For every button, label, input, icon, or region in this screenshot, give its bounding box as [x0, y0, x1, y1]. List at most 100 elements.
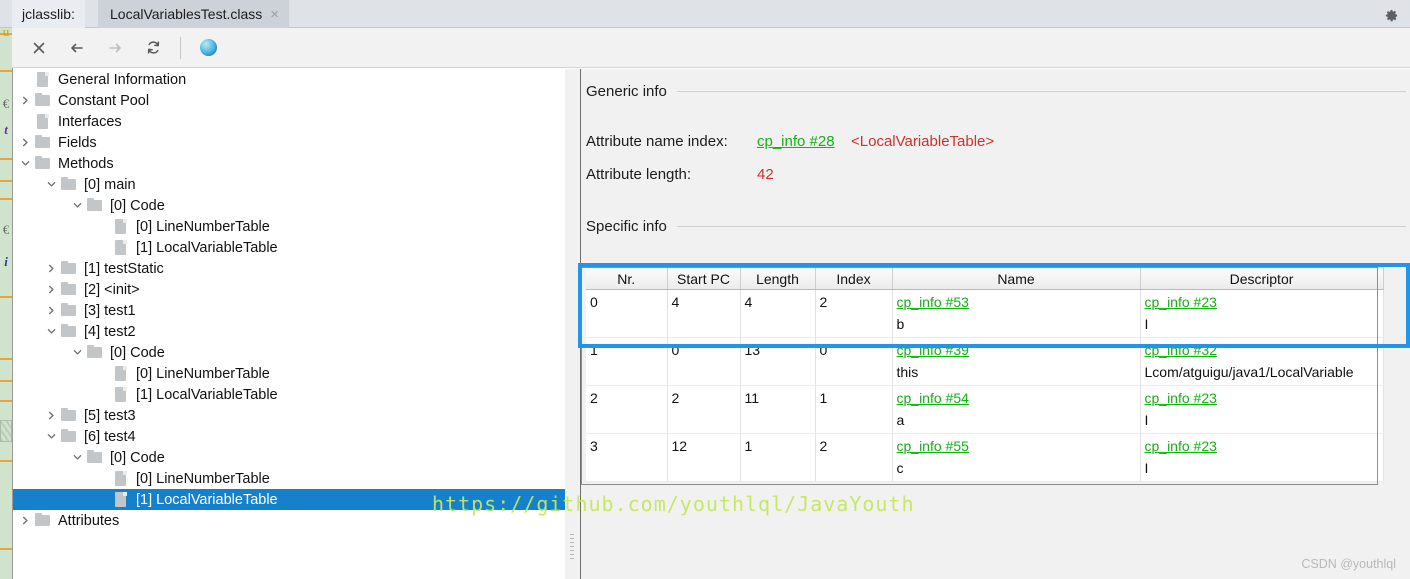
folder-icon	[60, 303, 78, 318]
tree-item-label: [0] LineNumberTable	[136, 470, 270, 487]
tree-item-6-test4[interactable]: [6] test4	[13, 426, 565, 447]
cell-descriptor: cp_info #23 I	[1140, 289, 1384, 338]
cp-info-link[interactable]: cp_info #23	[1145, 435, 1379, 457]
tree-item-0-code[interactable]: [0] Code	[13, 342, 565, 363]
tree-item-0-main[interactable]: [0] main	[13, 174, 565, 195]
tree-item-label: Constant Pool	[58, 92, 150, 109]
table-row[interactable]: 1 0 13 0 cp_info #39 this cp_info #32 Lcom/atgu…	[586, 337, 1384, 386]
tree-item-2-init[interactable]: [2] <init>	[13, 279, 565, 300]
splitter-grip-icon	[570, 534, 575, 559]
tree-item-constant-pool[interactable]: Constant Pool	[13, 90, 565, 111]
tree-item-label: [4] test2	[84, 323, 136, 340]
tree-item-0-code[interactable]: [0] Code	[13, 447, 565, 468]
close-icon[interactable]: ×	[270, 7, 279, 22]
specific-info-heading: Specific info	[586, 218, 667, 235]
section-rule	[676, 91, 1406, 92]
cp-info-link[interactable]: cp_info #23	[1145, 291, 1379, 313]
table-row[interactable]: 0 4 4 2 cp_info #53 b cp_info #23 I	[586, 289, 1384, 338]
file-icon	[112, 219, 130, 234]
tree-item-0-linenumbertable[interactable]: [0] LineNumberTable	[13, 216, 565, 237]
chevron-down-icon[interactable]	[43, 179, 60, 190]
tree-item-label: [2] <init>	[84, 281, 140, 298]
tree-item-label: [0] Code	[110, 197, 165, 214]
tree-item-1-localvariabletable[interactable]: [1] LocalVariableTable	[13, 237, 565, 258]
cell-nr: 1	[586, 337, 668, 386]
cell-name: cp_info #54 a	[892, 385, 1141, 434]
chevron-down-icon[interactable]	[69, 452, 86, 463]
chevron-right-icon[interactable]	[43, 410, 60, 421]
tree-item-0-code[interactable]: [0] Code	[13, 195, 565, 216]
tree-item-0-linenumbertable[interactable]: [0] LineNumberTable	[13, 363, 565, 384]
cp-info-link[interactable]: cp_info #54	[897, 387, 1136, 409]
chevron-down-icon[interactable]	[17, 158, 34, 169]
gear-icon[interactable]	[1380, 4, 1402, 26]
chevron-right-icon[interactable]	[17, 515, 34, 526]
tree-item-3-test1[interactable]: [3] test1	[13, 300, 565, 321]
folder-icon	[60, 408, 78, 423]
attribute-name-index-cp-link[interactable]: cp_info #28	[757, 133, 835, 150]
chevron-down-icon[interactable]	[43, 431, 60, 442]
table-column-header[interactable]: Descriptor	[1140, 267, 1384, 290]
table-column-header[interactable]: Name	[892, 267, 1141, 290]
chevron-right-icon[interactable]	[43, 284, 60, 295]
table-row[interactable]: 3 12 1 2 cp_info #55 c cp_info #23 I	[586, 433, 1384, 482]
cp-info-link[interactable]: cp_info #32	[1145, 339, 1379, 361]
cp-info-link[interactable]: cp_info #23	[1145, 387, 1379, 409]
folder-icon	[60, 324, 78, 339]
forward-arrow-icon[interactable]	[98, 32, 132, 64]
tree-item-label: [0] Code	[110, 344, 165, 361]
folder-icon	[60, 177, 78, 192]
tree-item-interfaces[interactable]: Interfaces	[13, 111, 565, 132]
cell-index: 1	[815, 385, 893, 434]
tree-item-methods[interactable]: Methods	[13, 153, 565, 174]
tree-item-1-teststatic[interactable]: [1] testStatic	[13, 258, 565, 279]
cell-resolved-value: c	[896, 460, 904, 476]
chevron-right-icon[interactable]	[43, 263, 60, 274]
tree-item-1-localvariabletable[interactable]: [1] LocalVariableTable	[13, 384, 565, 405]
tree-item-5-test3[interactable]: [5] test3	[13, 405, 565, 426]
cell-length: 1	[740, 433, 816, 482]
chevron-right-icon[interactable]	[17, 95, 34, 106]
tree-item-label: [1] testStatic	[84, 260, 164, 277]
tree-item-1-localvariabletable[interactable]: [1] LocalVariableTable	[13, 489, 565, 510]
panel-splitter[interactable]	[565, 69, 580, 579]
file-icon	[112, 492, 130, 507]
reload-icon[interactable]	[136, 32, 170, 64]
tree-item-label: [5] test3	[84, 407, 136, 424]
tree-item-fields[interactable]: Fields	[13, 132, 565, 153]
tab-jclasslib-label: jclasslib:	[12, 0, 85, 28]
cell-length: 13	[740, 337, 816, 386]
specific-info-section-header: Specific info	[586, 218, 1406, 235]
table-column-header[interactable]: Length	[740, 267, 816, 290]
local-variable-table[interactable]: Nr. Start PC Length Index Name Descriptor 044…	[586, 267, 1384, 482]
chevron-right-icon[interactable]	[17, 137, 34, 148]
close-icon[interactable]	[22, 32, 56, 64]
tree-item-general-information[interactable]: General Information	[13, 69, 565, 90]
chevron-down-icon[interactable]	[43, 326, 60, 337]
tree-item-attributes[interactable]: Attributes	[13, 510, 565, 531]
cell-name: cp_info #55 c	[892, 433, 1141, 482]
tab-local-variables-test-class[interactable]: LocalVariablesTest.class ×	[98, 0, 290, 28]
table-column-header[interactable]: Nr.	[586, 267, 668, 290]
folder-icon	[60, 429, 78, 444]
browser-globe-icon[interactable]	[191, 32, 225, 64]
cp-info-link[interactable]: cp_info #39	[897, 339, 1136, 361]
cell-descriptor: cp_info #23 I	[1140, 433, 1384, 482]
window-tab-bar: jclasslib: LocalVariablesTest.class ×	[0, 0, 1410, 28]
cp-info-link[interactable]: cp_info #55	[897, 435, 1136, 457]
table-row[interactable]: 2 2 11 1 cp_info #54 a cp_info #23 I	[586, 385, 1384, 434]
table-column-header[interactable]: Start PC	[667, 267, 741, 290]
cp-info-link[interactable]: cp_info #53	[897, 291, 1136, 313]
tree-item-4-test2[interactable]: [4] test2	[13, 321, 565, 342]
class-structure-tree[interactable]: General Information Constant Pool Interfac…	[13, 69, 565, 579]
tree-item-label: [3] test1	[84, 302, 136, 319]
chevron-right-icon[interactable]	[43, 305, 60, 316]
tree-item-0-linenumbertable[interactable]: [0] LineNumberTable	[13, 468, 565, 489]
back-arrow-icon[interactable]	[60, 32, 94, 64]
table-column-header[interactable]: Index	[815, 267, 893, 290]
folder-icon	[34, 135, 52, 150]
chevron-down-icon[interactable]	[69, 200, 86, 211]
cell-resolved-value: this	[896, 364, 919, 380]
cell-index: 2	[815, 289, 893, 338]
chevron-down-icon[interactable]	[69, 347, 86, 358]
